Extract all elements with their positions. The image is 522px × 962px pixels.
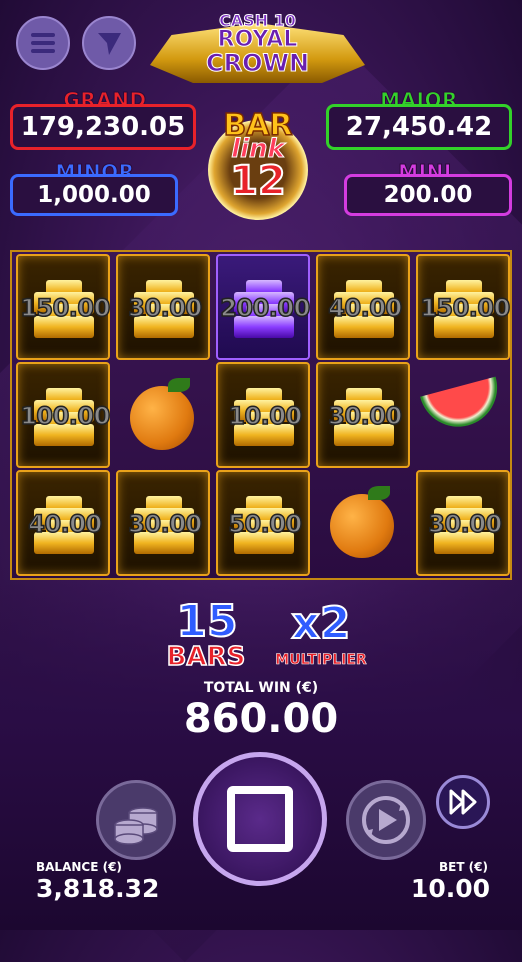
gold-bar-cell: 50.00 xyxy=(216,470,310,576)
watermelon-cell xyxy=(416,362,510,468)
grand-jackpot-value: 179,230.05 xyxy=(10,104,196,150)
orange-cell xyxy=(316,470,410,576)
gold-bar-cell: 30.00 xyxy=(316,362,410,468)
orange-cell xyxy=(116,362,210,468)
cell-value: 30.00 xyxy=(328,401,403,431)
stop-spin-button[interactable] xyxy=(193,752,327,886)
coin-stack-icon xyxy=(114,807,158,845)
bet-label: BET (€) xyxy=(438,860,488,874)
orange-icon xyxy=(130,378,194,450)
gold-bar-cell: 150.00 xyxy=(416,254,511,360)
gold-bar-cell: 30.00 xyxy=(416,470,510,576)
cell-value: 100.00 xyxy=(19,401,111,431)
watermelon-icon xyxy=(420,376,506,436)
leaf-icon xyxy=(368,486,390,500)
badge-number: 12 xyxy=(229,157,287,205)
gold-bar-cell: 40.00 xyxy=(16,470,110,576)
autoplay-icon xyxy=(362,796,410,844)
autoplay-button[interactable] xyxy=(346,780,426,860)
total-win-value: 860.00 xyxy=(183,696,339,742)
fast-forward-icon xyxy=(449,789,477,815)
turbo-button[interactable] xyxy=(436,775,490,829)
minor-jackpot-value: 1,000.00 xyxy=(10,174,178,216)
cell-value: 50.00 xyxy=(228,509,303,539)
cell-value: 10.00 xyxy=(228,401,303,431)
mini-jackpot-value: 200.00 xyxy=(344,174,512,216)
bars-label: BARS xyxy=(166,641,246,673)
gold-bar-cell: 150.00 xyxy=(16,254,111,360)
provider-button[interactable] xyxy=(82,16,136,70)
gold-bar-cell: 40.00 xyxy=(316,254,410,360)
multiplier-value: x2 xyxy=(291,597,352,650)
cell-value: 150.00 xyxy=(419,293,511,323)
bar-link-badge: BAR link 12 xyxy=(202,96,314,224)
major-jackpot-value: 27,450.42 xyxy=(326,104,512,150)
gold-bar-cell: 10.00 xyxy=(216,362,310,468)
gold-bar-cell: 100.00 xyxy=(16,362,111,468)
menu-button[interactable] xyxy=(16,16,70,70)
gold-bar-cell: 30.00 xyxy=(116,470,210,576)
game-logo: CASH 10 ROYAL CROWN xyxy=(150,5,365,95)
purple-bar-cell: 200.00 xyxy=(216,254,311,360)
balance-label: BALANCE (€) xyxy=(36,860,122,874)
balance-value: 3,818.32 xyxy=(36,874,160,903)
bet-coins-button[interactable] xyxy=(96,780,176,860)
multiplier-label: MULTIPLIER xyxy=(275,652,367,669)
play-arrow-icon xyxy=(98,33,121,55)
gold-bar-cell: 30.00 xyxy=(116,254,210,360)
cell-value: 30.00 xyxy=(428,509,503,539)
leaf-icon xyxy=(168,378,190,392)
cell-value: 30.00 xyxy=(128,293,203,323)
cell-value: 40.00 xyxy=(328,293,403,323)
cell-value: 30.00 xyxy=(128,509,203,539)
bet-value: 10.00 xyxy=(410,874,490,903)
bars-count: 15 xyxy=(175,595,238,648)
reel-grid: 150.00 30.00 200.00 40.00 150.00 100.00 10.00 3… xyxy=(10,250,512,580)
cell-value: 40.00 xyxy=(28,509,103,539)
cell-value: 150.00 xyxy=(19,293,111,323)
cell-value: 200.00 xyxy=(219,293,311,323)
hamburger-icon xyxy=(31,29,55,57)
orange-icon xyxy=(330,486,394,558)
total-win-label: TOTAL WIN (€) xyxy=(203,680,319,696)
logo-line-3: CROWN xyxy=(205,49,310,78)
stop-square-icon xyxy=(227,786,293,852)
